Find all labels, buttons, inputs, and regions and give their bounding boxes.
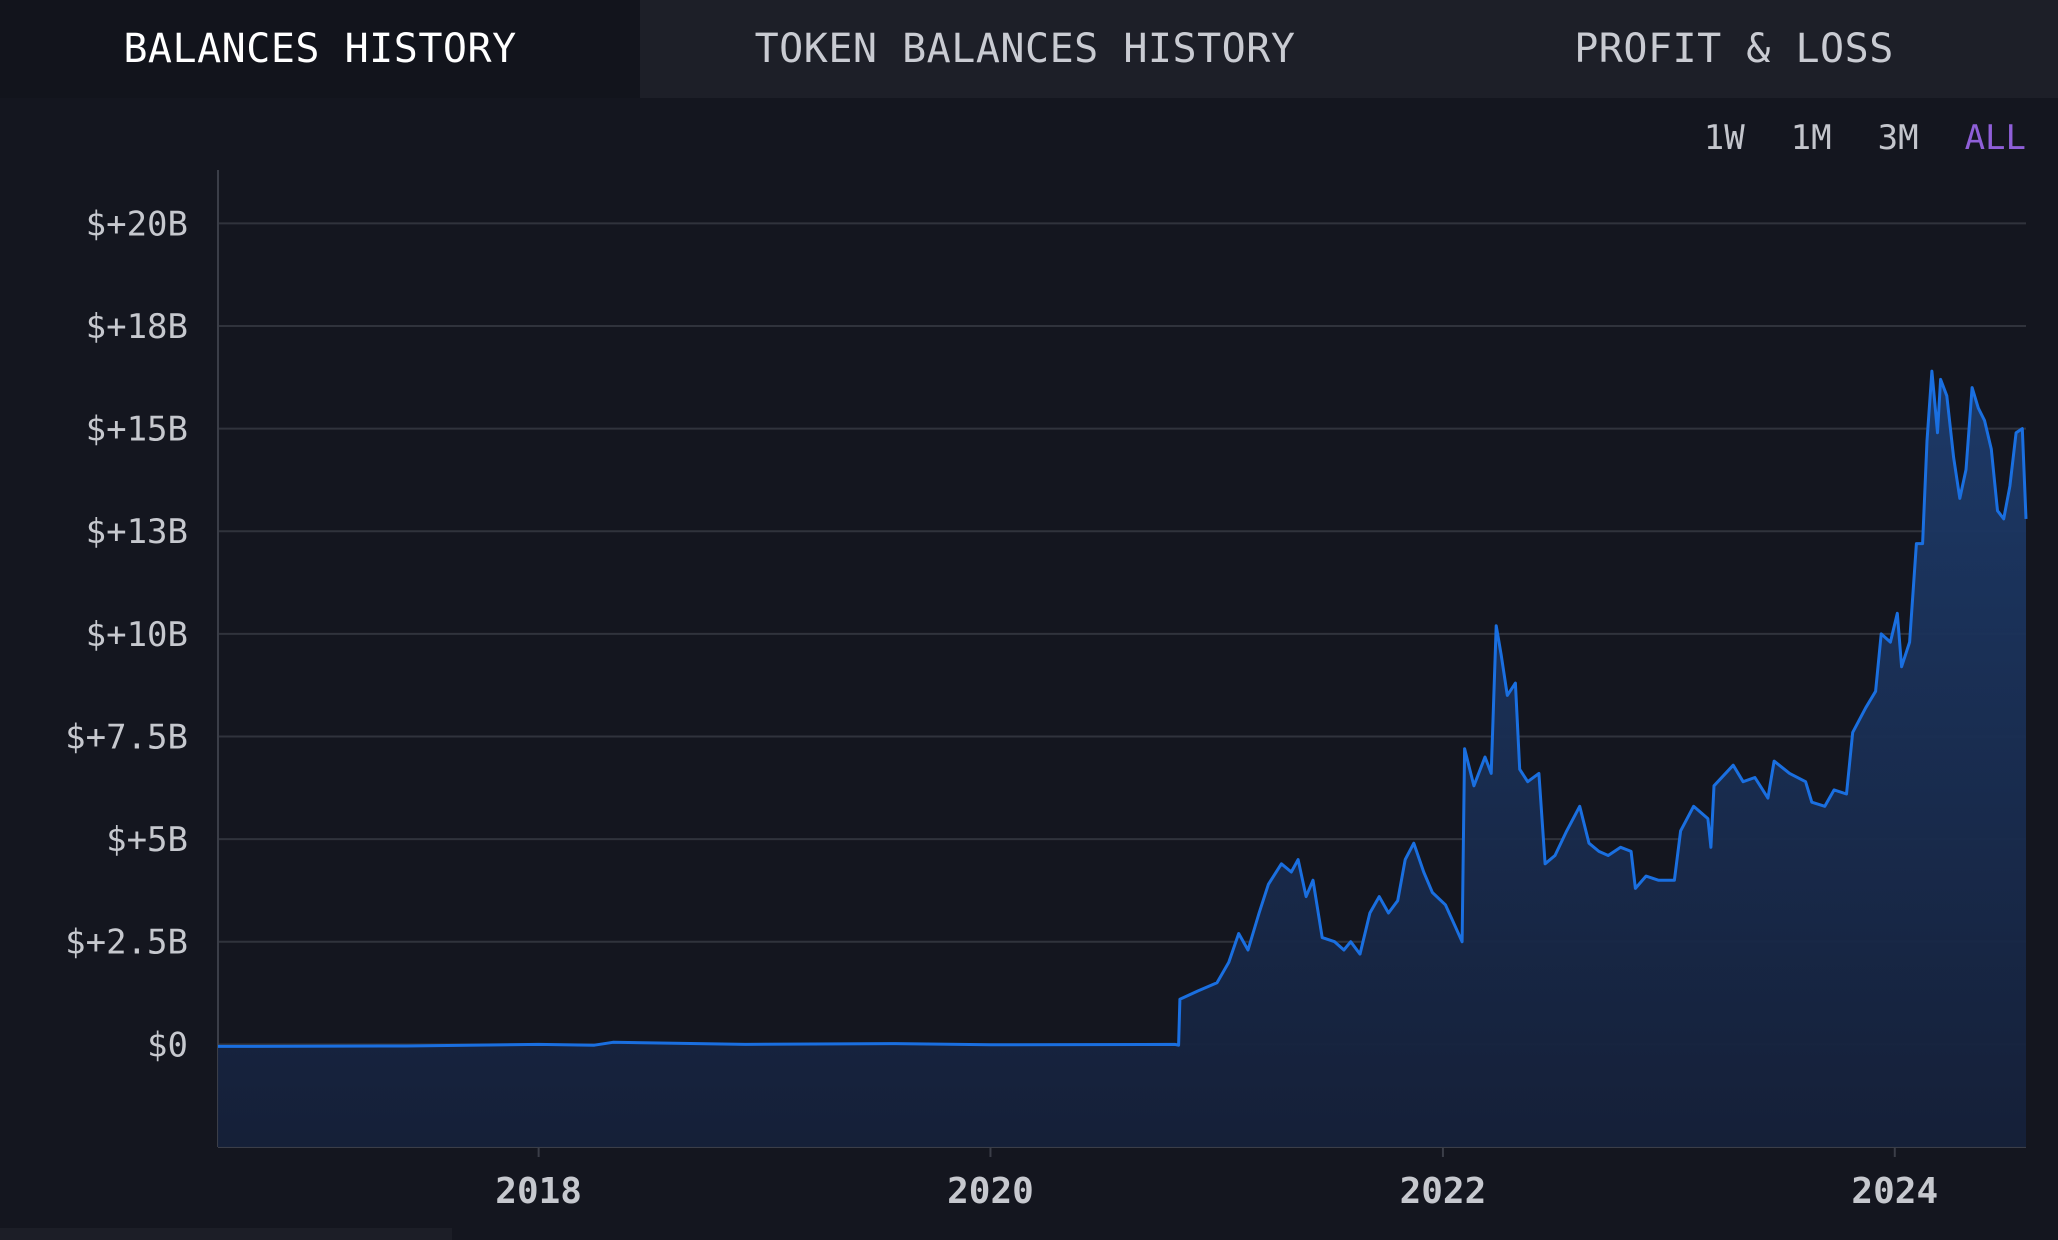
y-tick-label: $+7.5B <box>65 717 188 757</box>
y-tick-label: $+13B <box>86 512 188 552</box>
balances-history-chart: $0 $+2.5B $+5B $+7.5B $+10B $+13B $+15B $+18B $+… <box>65 170 2028 1212</box>
x-tick-label: 2020 <box>947 1171 1034 1212</box>
y-tick-label: $0 <box>147 1025 188 1065</box>
y-tick-label: $+5B <box>106 820 188 860</box>
horizontal-scrollbar[interactable] <box>0 1228 452 1240</box>
x-tick-label: 2018 <box>495 1171 582 1212</box>
y-tick-label: $+10B <box>86 615 188 655</box>
y-tick-label: $+2.5B <box>65 923 188 963</box>
x-tick-label: 2022 <box>1400 1171 1487 1212</box>
y-tick-label: $+18B <box>86 307 188 347</box>
y-tick-label: $+15B <box>86 410 188 450</box>
x-tick-label: 2024 <box>1851 1171 1938 1212</box>
balance-area-fill <box>218 371 2026 1148</box>
y-tick-label: $+20B <box>86 204 188 244</box>
